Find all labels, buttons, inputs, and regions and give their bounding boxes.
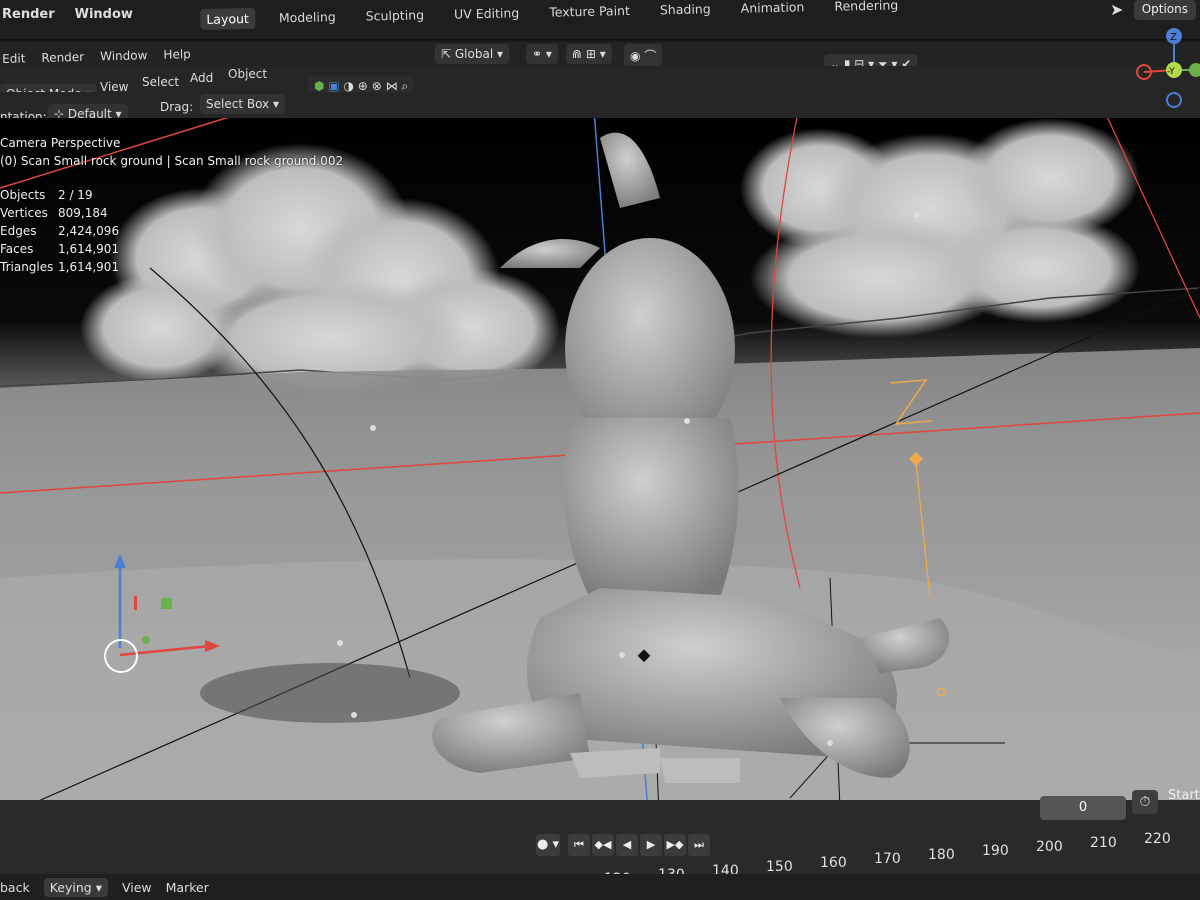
transform-orientation-dropdown[interactable]: ⇱ Global ▾ bbox=[435, 44, 509, 64]
tab-texture-paint[interactable]: Texture Paint bbox=[543, 0, 636, 22]
menu-marker[interactable]: Marker bbox=[166, 880, 209, 895]
menu-add[interactable]: Add bbox=[190, 71, 213, 85]
menu-select[interactable]: Select bbox=[142, 75, 179, 89]
app-menu: Render Window bbox=[0, 0, 133, 28]
frame-tick: 160 bbox=[820, 855, 847, 871]
frame-tick: 180 bbox=[928, 847, 955, 863]
clouds-left bbox=[80, 143, 560, 398]
tab-animation[interactable]: Animation bbox=[734, 0, 810, 18]
menu-playback[interactable]: back bbox=[0, 880, 30, 895]
stat-value: 809,184 bbox=[58, 206, 108, 220]
stat-label: Vertices bbox=[0, 206, 48, 220]
blender-window: Render Window Layout Modeling Sculpting … bbox=[0, 0, 1200, 900]
stat-label: Edges bbox=[0, 224, 37, 238]
stopwatch-icon[interactable]: ⏱ bbox=[1132, 790, 1158, 814]
frame-tick: 190 bbox=[982, 843, 1009, 859]
snap-toggle[interactable]: ⋒ ⊞ ▾ bbox=[566, 44, 612, 64]
frame-tick: 220 bbox=[1144, 831, 1171, 847]
navigation-gizmo[interactable]: Z -Y bbox=[1134, 26, 1200, 110]
start-frame-label[interactable]: Start bbox=[1168, 788, 1200, 803]
stat-row: Vertices 809,184 bbox=[0, 204, 119, 222]
stat-row: Edges 2,424,096 bbox=[0, 222, 119, 240]
transform-icon: ⇱ bbox=[441, 47, 455, 61]
keying-label: Keying bbox=[49, 880, 92, 895]
frame-tick: 210 bbox=[1090, 835, 1117, 851]
frame-tick: 150 bbox=[766, 859, 793, 875]
tab-uv-editing[interactable]: UV Editing bbox=[448, 2, 526, 25]
stat-row: Triangles 1,614,901 bbox=[0, 258, 119, 276]
cube-icon: ⬢ bbox=[314, 79, 325, 93]
menu-render[interactable]: Render bbox=[2, 7, 55, 22]
menu-window[interactable]: Window bbox=[75, 7, 133, 22]
top-bar: Render Window Layout Modeling Sculpting … bbox=[0, 0, 1200, 40]
drag-label: Drag: bbox=[160, 100, 194, 114]
solid-icon: ◑ bbox=[343, 79, 354, 93]
search-icon: ⌕ bbox=[401, 79, 409, 93]
active-selection: (0) Scan Small rock ground | Scan Small … bbox=[0, 154, 344, 168]
3d-viewport[interactable]: Camera Perspective (0) Scan Small rock g… bbox=[0, 118, 1200, 838]
drag-dropdown[interactable]: Select Box ▾ bbox=[200, 94, 285, 114]
mouse-cursor-icon: ➤ bbox=[1110, 0, 1124, 19]
wireframe-icon: ▣ bbox=[328, 79, 340, 93]
proportional-edit-toggle[interactable]: ◉ ⌒ bbox=[624, 44, 663, 67]
stat-value: 2 / 19 bbox=[58, 188, 93, 202]
transform-value: Global bbox=[454, 47, 494, 61]
editor-menu: Edit Render Window Help bbox=[2, 47, 191, 66]
stat-value: 1,614,901 bbox=[58, 260, 120, 274]
frame-tick: 200 bbox=[1036, 839, 1063, 855]
tab-rendering[interactable]: Rendering bbox=[828, 0, 904, 16]
overlay-icon: ⋈ bbox=[385, 79, 398, 93]
tool-settings-header: ntation: ⊹ Default ▾ Drag: Select Box ▾ bbox=[0, 92, 1200, 124]
view-name: Camera Perspective bbox=[0, 136, 121, 150]
scene-statistics: Objects 2 / 19 Vertices 809,184 Edges 2,424… bbox=[0, 186, 119, 276]
material-icon: ⊕ bbox=[357, 79, 368, 93]
menu-object[interactable]: Object bbox=[228, 67, 267, 81]
menu-window-2[interactable]: Window bbox=[100, 48, 148, 63]
gizmo-y-label: -Y bbox=[1167, 67, 1175, 77]
tab-layout[interactable]: Layout bbox=[200, 7, 256, 30]
viewport-scene bbox=[0, 118, 1200, 838]
stat-value: 2,424,096 bbox=[58, 224, 120, 238]
menu-edit[interactable]: Edit bbox=[2, 51, 26, 66]
stat-label: Triangles bbox=[0, 260, 54, 274]
menu-timeline-view[interactable]: View bbox=[122, 880, 152, 895]
magnet-icon: ⋒ ⊞ bbox=[572, 47, 596, 61]
menu-help[interactable]: Help bbox=[163, 47, 191, 62]
keying-dropdown[interactable]: Keying ▾ bbox=[43, 878, 108, 897]
timeline-menu: back Keying ▾ View Marker bbox=[0, 878, 209, 897]
viewport-header: Object Mode ▾ View Select Add Object ⬢ ▣… bbox=[0, 66, 1200, 104]
tab-modeling[interactable]: Modeling bbox=[273, 6, 342, 28]
stat-label: Faces bbox=[0, 242, 34, 256]
tab-sculpting[interactable]: Sculpting bbox=[359, 4, 430, 26]
pivot-dropdown[interactable]: ⚭ ▾ bbox=[526, 44, 558, 64]
stat-value: 1,614,901 bbox=[58, 242, 120, 256]
current-frame-field[interactable]: 0 bbox=[1040, 796, 1126, 820]
proportional-icon: ◉ ⌒ bbox=[630, 49, 657, 63]
options-button[interactable]: Options bbox=[1133, 0, 1196, 20]
clouds-right bbox=[740, 118, 1140, 338]
stat-row: Objects 2 / 19 bbox=[0, 186, 119, 204]
tab-shading[interactable]: Shading bbox=[654, 0, 717, 20]
stat-label: Objects bbox=[0, 188, 46, 202]
frame-tick: 170 bbox=[874, 851, 901, 867]
gizmo-z-label: Z bbox=[1170, 32, 1177, 43]
rendered-icon: ⊗ bbox=[371, 79, 382, 93]
workspace-tabs: Layout Modeling Sculpting UV Editing Tex… bbox=[200, 0, 905, 36]
stat-row: Faces 1,614,901 bbox=[0, 240, 119, 258]
link-icon: ⚭ bbox=[532, 47, 543, 61]
menu-render-2[interactable]: Render bbox=[41, 50, 84, 65]
drag-value: Select Box bbox=[206, 97, 270, 111]
